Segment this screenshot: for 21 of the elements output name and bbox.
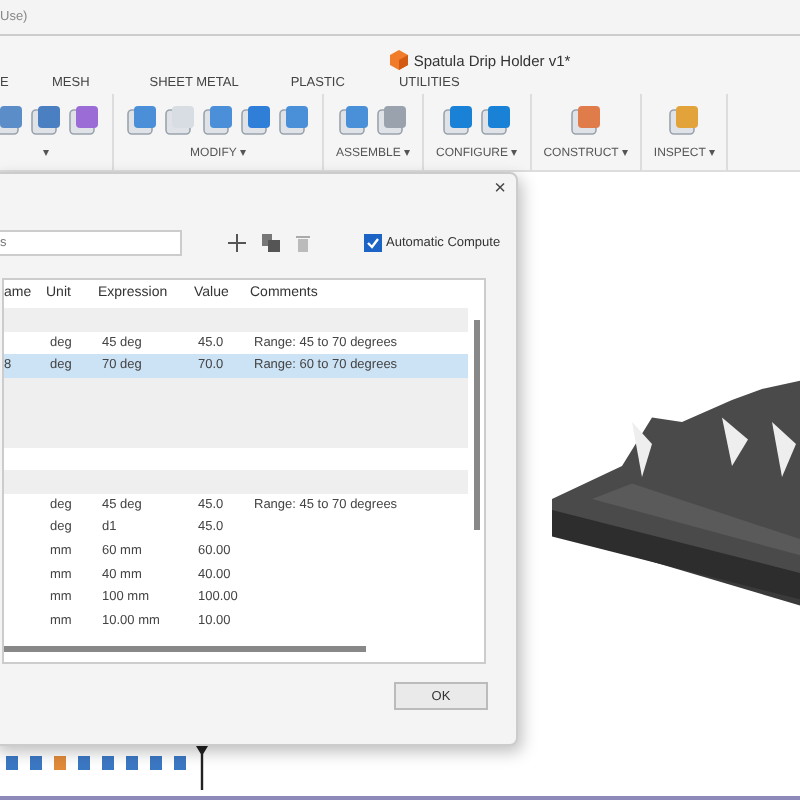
tool-icon[interactable] (278, 104, 310, 136)
timeline-marker[interactable] (196, 746, 208, 790)
cube-icon (389, 50, 408, 70)
tool-icon[interactable] (164, 104, 196, 136)
tool-icon[interactable] (240, 104, 272, 136)
tool-icon[interactable] (126, 104, 158, 136)
tool-icon[interactable] (569, 104, 602, 136)
tool-icon[interactable] (479, 104, 512, 136)
tool-icon[interactable] (202, 104, 234, 136)
tool-icon[interactable] (68, 104, 100, 136)
copy-icon[interactable] (262, 233, 280, 251)
tool-icon[interactable] (376, 104, 408, 136)
trash-icon[interactable] (296, 233, 310, 251)
tool-icon[interactable] (0, 104, 24, 136)
tool-icon[interactable] (30, 104, 62, 136)
tool-icon[interactable] (441, 104, 474, 136)
plus-icon[interactable] (228, 233, 246, 251)
tool-icon[interactable] (668, 104, 701, 136)
tool-icon[interactable] (338, 104, 370, 136)
checkbox[interactable] (364, 233, 382, 251)
close-button[interactable]: × (494, 180, 506, 200)
